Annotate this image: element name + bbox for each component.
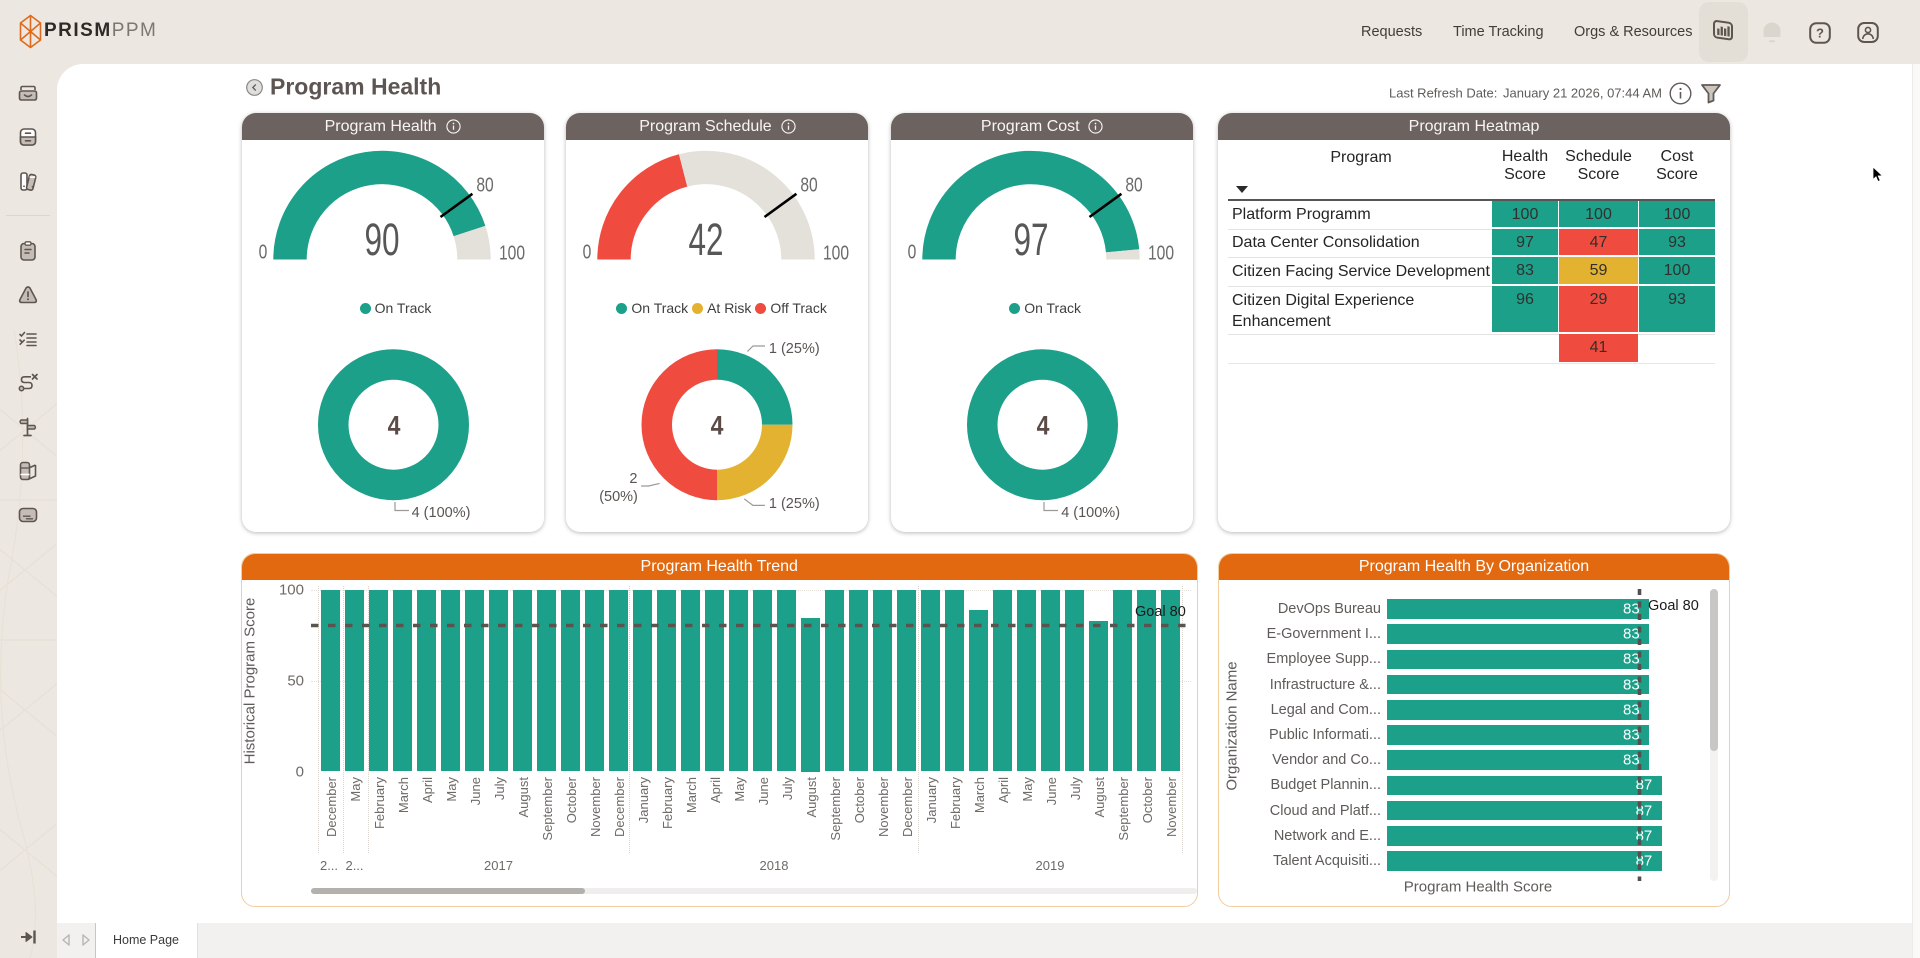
svg-text:?: ? xyxy=(1816,26,1824,41)
